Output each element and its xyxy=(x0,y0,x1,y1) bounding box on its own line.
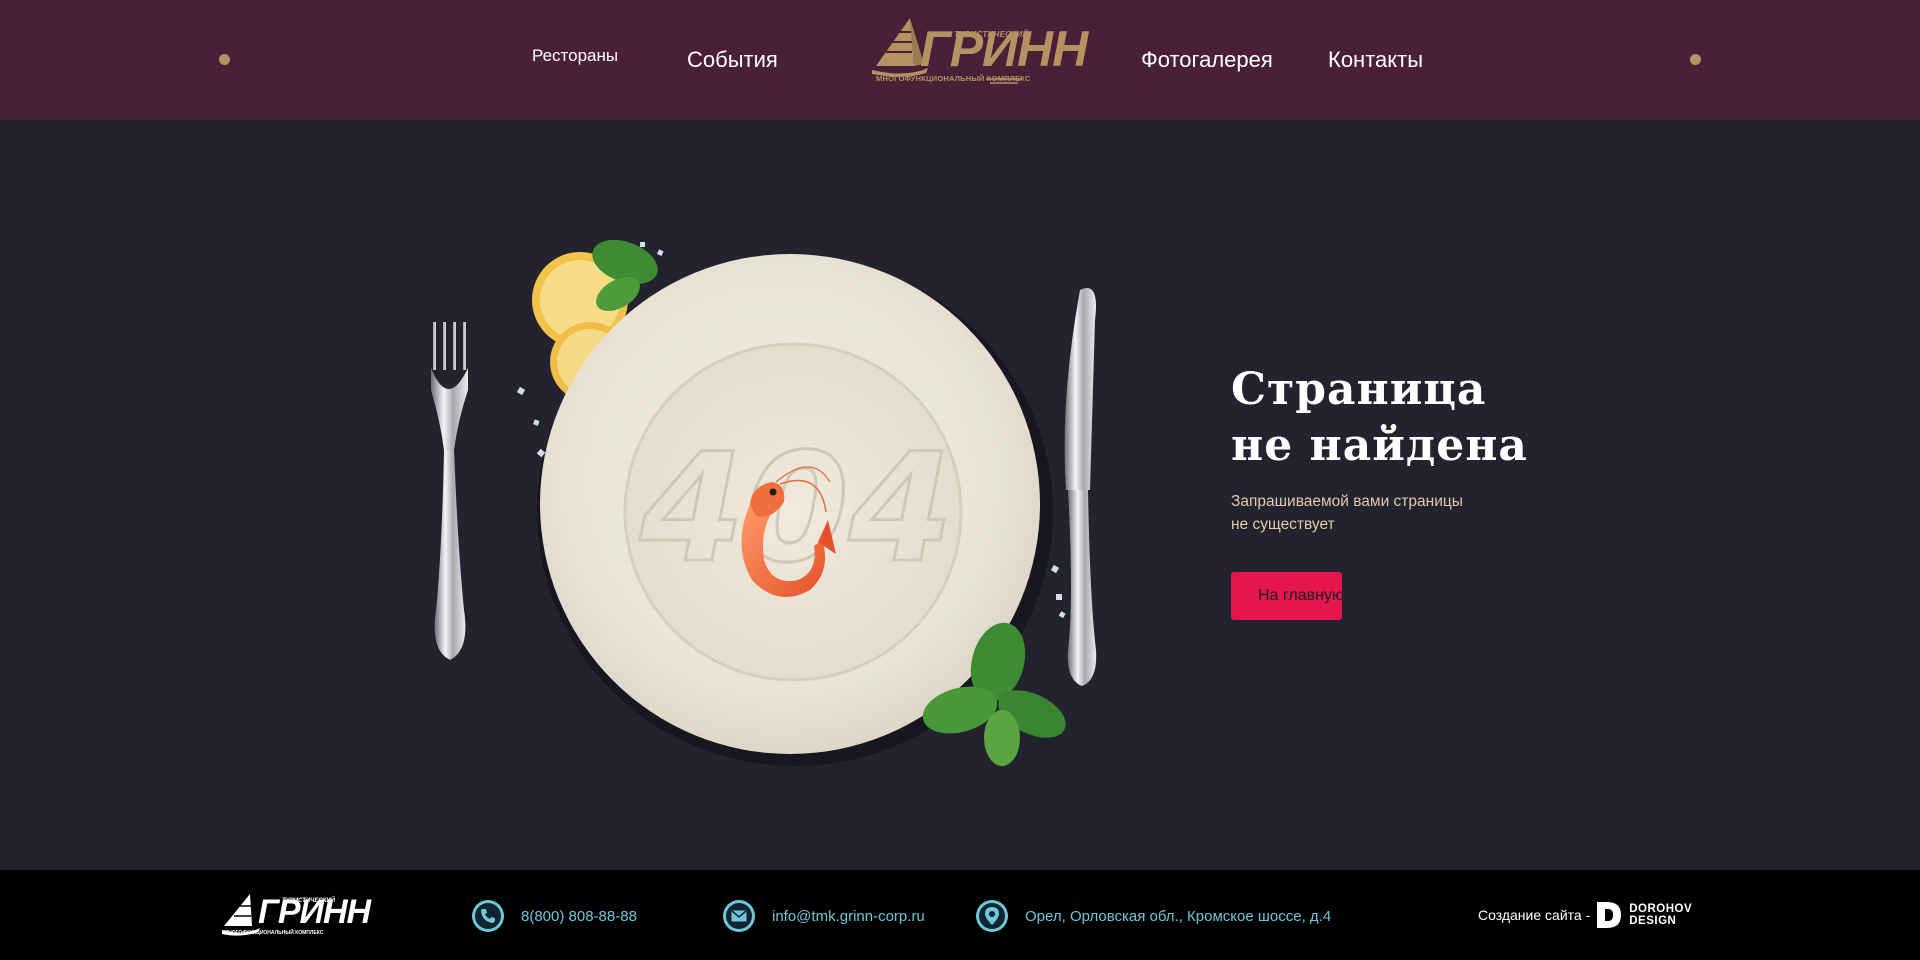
footer-logo[interactable]: ТУРИСТИЧЕСКИЙ ГРИНН МНОГОФУНКЦИОНАЛЬНЫЙ … xyxy=(220,890,371,940)
developer-credit-link[interactable]: Создание сайта - DOROHOV DESIGN xyxy=(1478,900,1692,930)
logo-bottom-text: МНОГОФУНКЦИОНАЛЬНЫЙ КОМПЛЕКС xyxy=(876,74,1031,83)
header-dot-right xyxy=(1690,54,1701,65)
location-pin-icon xyxy=(976,900,1008,932)
page-title: Страница не найдена xyxy=(1231,362,1528,474)
nav-restaurants[interactable]: Рестораны xyxy=(532,46,618,66)
subtitle-line-2: не существует xyxy=(1231,516,1335,533)
credit-label: Создание сайта - xyxy=(1478,907,1591,923)
error-page-main: 404 Страница не найдена Запрашиваемой ва… xyxy=(0,120,1920,870)
dorohov-design-logo-icon xyxy=(1595,900,1623,930)
logo-main-text: ГРИНН xyxy=(920,21,1088,77)
fork xyxy=(431,322,468,660)
plate-scene-svg: 404 xyxy=(431,239,1097,766)
table-setting-illustration: 404 xyxy=(400,220,1160,780)
knife xyxy=(1064,288,1097,686)
footer-logo-bottom-text: МНОГОФУНКЦИОНАЛЬНЫЙ КОМПЛЕКС xyxy=(224,930,324,936)
credit-name-line-2: DESIGN xyxy=(1629,915,1677,927)
header-dot-left xyxy=(219,54,230,65)
title-line-1: Страница xyxy=(1231,364,1487,415)
not-found-text: Страница не найдена Запрашиваемой вами с… xyxy=(1231,362,1528,536)
footer-phone: 8(800) 808-88-88 xyxy=(521,907,637,925)
site-logo[interactable]: ТУРИСТИЧЕСКИЙ ГРИНН МНОГОФУНКЦИОНАЛЬНЫЙ … xyxy=(866,16,1088,86)
nav-contacts[interactable]: Контакты xyxy=(1328,47,1423,73)
embossed-404-number: 404 xyxy=(638,421,955,598)
subtitle-line-1: Запрашиваемой вами страницы xyxy=(1231,493,1463,510)
footer-phone-link[interactable]: 8(800) 808-88-88 xyxy=(472,900,637,932)
credit-studio-name: DOROHOV DESIGN xyxy=(1629,903,1692,927)
mail-icon xyxy=(723,900,755,932)
footer-email: info@tmk.grinn-corp.ru xyxy=(772,907,925,925)
site-header: Рестораны События ТУРИСТИЧЕСКИЙ ГРИНН МН… xyxy=(0,0,1920,120)
credit-name-line-1: DOROHOV xyxy=(1629,903,1693,915)
footer-logo-main-text: ГРИНН xyxy=(258,893,371,931)
footer-email-link[interactable]: info@tmk.grinn-corp.ru xyxy=(723,900,925,932)
page-subtitle: Запрашиваемой вами страницы не существуе… xyxy=(1231,490,1528,536)
footer-address-link[interactable]: Орел, Орловская обл., Кромское шоссе, д.… xyxy=(976,900,1331,932)
nav-events[interactable]: События xyxy=(687,47,778,73)
footer-address: Орел, Орловская обл., Кромское шоссе, д.… xyxy=(1025,907,1332,925)
title-line-2: не найдена xyxy=(1231,420,1528,471)
phone-icon xyxy=(472,900,504,932)
svg-text:404: 404 xyxy=(639,422,953,596)
nav-photo-gallery[interactable]: Фотогалерея xyxy=(1141,47,1273,73)
go-home-button[interactable]: На главную xyxy=(1231,572,1342,620)
site-footer: ТУРИСТИЧЕСКИЙ ГРИНН МНОГОФУНКЦИОНАЛЬНЫЙ … xyxy=(0,870,1920,960)
